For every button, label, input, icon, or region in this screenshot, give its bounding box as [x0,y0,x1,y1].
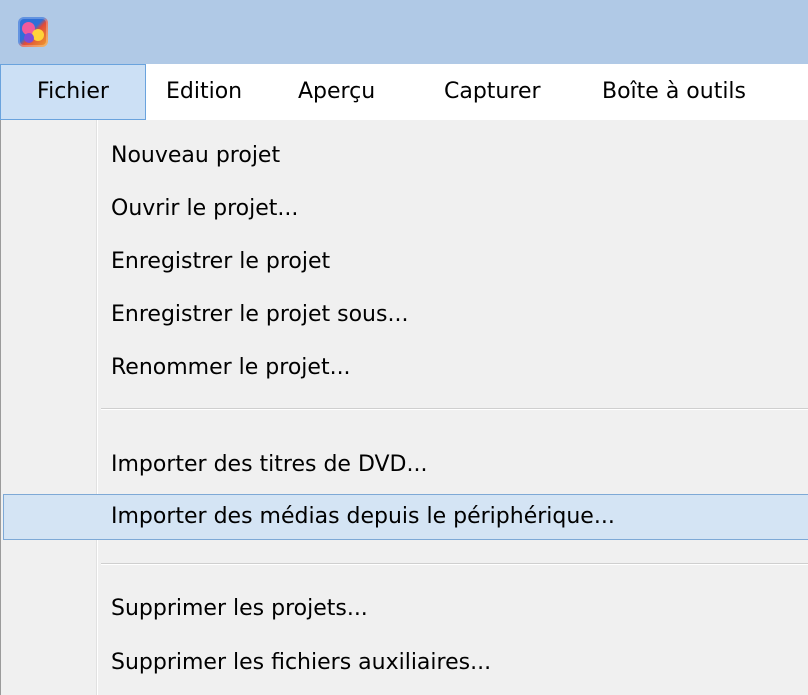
menu-item-enregistrer-projet-sous[interactable]: Enregistrer le projet sous... [5,292,808,338]
menu-item-label: Supprimer les projets... [111,596,368,621]
menu-edition[interactable]: Edition [166,64,242,120]
menu-item-renommer-projet[interactable]: Renommer le projet... [5,345,808,391]
menu-item-supprimer-projets[interactable]: Supprimer les projets... [5,586,808,632]
menu-boite-a-outils[interactable]: Boîte à outils [602,64,746,120]
menu-item-enregistrer-projet[interactable]: Enregistrer le projet [5,239,808,285]
title-bar [0,0,808,64]
menu-item-label: Enregistrer le projet [111,249,331,274]
menu-separator [101,563,808,565]
menu-item-label: Importer des titres de DVD... [111,452,428,477]
menu-item-importer-titres-dvd[interactable]: Importer des titres de DVD... [5,442,808,488]
menu-item-label: Enregistrer le projet sous... [111,302,409,327]
menu-item-label: Renommer le projet... [111,355,351,380]
menu-separator [101,408,808,410]
menu-apercu[interactable]: Aperçu [298,64,375,120]
menu-item-importer-medias-peripherique[interactable]: Importer des médias depuis le périphériq… [3,494,808,540]
menu-item-label: Importer des médias depuis le périphériq… [111,504,615,529]
menu-capturer[interactable]: Capturer [444,64,541,120]
menu-item-supprimer-fichiers-auxiliaires[interactable]: Supprimer les fichiers auxiliaires... [5,640,808,686]
menu-item-label: Supprimer les fichiers auxiliaires... [111,650,492,675]
menu-item-label: Nouveau projet [111,143,281,168]
menu-item-ouvrir-projet[interactable]: Ouvrir le projet... [5,186,808,232]
menu-bar: Fichier Edition Aperçu Capturer Boîte à … [0,64,808,121]
menu-item-label: Ouvrir le projet... [111,196,299,221]
app-logo-icon[interactable] [18,17,48,47]
menu-item-nouveau-projet[interactable]: Nouveau projet [5,133,808,179]
fichier-dropdown-menu: Nouveau projet Ouvrir le projet... Enreg… [0,120,808,695]
menu-fichier[interactable]: Fichier [0,64,146,120]
